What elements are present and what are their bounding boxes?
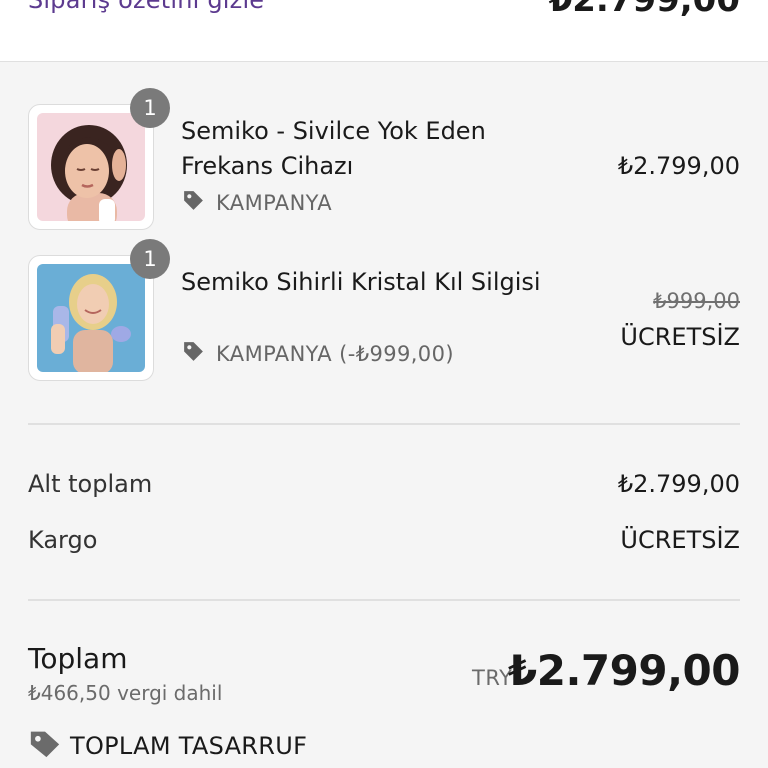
divider (28, 599, 740, 601)
total-savings-label: TOPLAM TASARRUF (70, 732, 308, 760)
line-item-price: ÜCRETSİZ (620, 323, 740, 351)
line-item: 1 Semiko Sihirli Kristal Kıl Silgisi KAM… (28, 239, 740, 381)
product-image (37, 113, 145, 221)
quantity-badge: 1 (130, 239, 170, 279)
order-summary-header: Sipariş özetini gizle ₺2.799,00 (0, 0, 768, 62)
shipping-value: ÜCRETSİZ (620, 526, 740, 554)
tax-note: ₺466,50 vergi dahil (28, 681, 223, 705)
shipping-label: Kargo (28, 526, 98, 554)
header-total: ₺2.799,00 (548, 0, 740, 20)
subtotal-label: Alt toplam (28, 470, 153, 498)
product-name: Semiko - Sivilce Yok Eden Frekans Cihazı (181, 117, 486, 180)
divider (28, 423, 740, 425)
tag-icon (28, 726, 62, 766)
product-name: Semiko Sihirli Kristal Kıl Silgisi (181, 268, 541, 296)
total-savings: TOPLAM TASARRUF (28, 726, 307, 766)
campaign-badge: KAMPANYA (181, 188, 332, 218)
product-thumbnail (28, 255, 154, 381)
summary-toggle-link[interactable]: Sipariş özetini gizle (28, 0, 264, 14)
tag-icon (181, 188, 206, 218)
quantity-badge: 1 (130, 88, 170, 128)
product-thumbnail (28, 104, 154, 230)
campaign-badge: KAMPANYA (-₺999,00) (181, 339, 454, 369)
campaign-badge-label: KAMPANYA (-₺999,00) (216, 342, 454, 366)
tag-icon (181, 339, 206, 369)
total-label: Toplam (28, 642, 128, 675)
grand-total: ₺2.799,00 (508, 646, 740, 695)
product-image (37, 264, 145, 372)
original-price: ₺999,00 (653, 289, 740, 313)
line-item-price: ₺2.799,00 (617, 152, 740, 180)
campaign-badge-label: KAMPANYA (216, 191, 333, 215)
currency-code: TRY (472, 666, 513, 690)
line-item: 1 Semiko - Sivilce Yok Eden Frekans Ciha… (28, 88, 740, 230)
subtotal-value: ₺2.799,00 (617, 470, 740, 498)
